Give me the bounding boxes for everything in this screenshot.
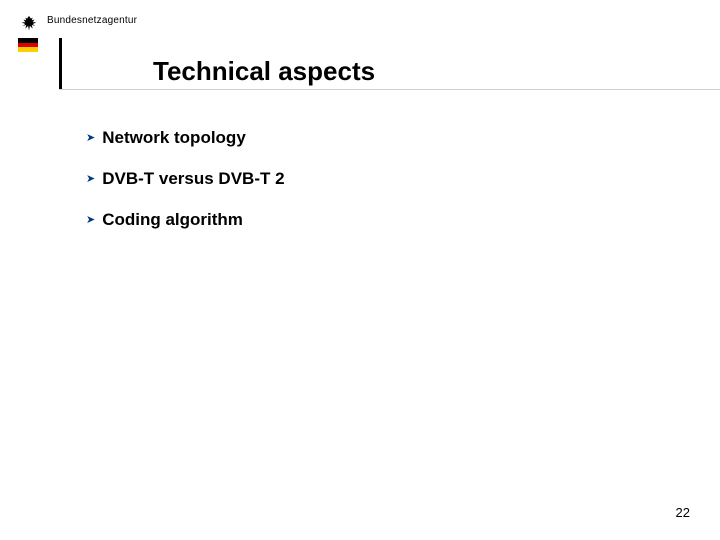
flag-icon xyxy=(18,38,38,52)
content-area: ➤ Network topology ➤ DVB-T versus DVB-T … xyxy=(86,128,680,251)
chevron-right-icon: ➤ xyxy=(86,128,95,149)
header: Bundesnetzagentur xyxy=(0,0,720,60)
page-number: 22 xyxy=(676,505,690,520)
list-item: ➤ Coding algorithm xyxy=(86,210,680,231)
eagle-icon xyxy=(18,14,40,36)
list-item: ➤ DVB-T versus DVB-T 2 xyxy=(86,169,680,190)
bullet-text: Network topology xyxy=(102,128,246,148)
title-underline xyxy=(59,89,720,90)
slide-title: Technical aspects xyxy=(153,56,375,87)
bullet-text: DVB-T versus DVB-T 2 xyxy=(102,169,284,189)
chevron-right-icon: ➤ xyxy=(86,210,95,231)
slide: Bundesnetzagentur Technical aspects ➤ Ne… xyxy=(0,0,720,540)
list-item: ➤ Network topology xyxy=(86,128,680,149)
bullet-text: Coding algorithm xyxy=(102,210,243,230)
title-vertical-bar xyxy=(59,38,62,89)
org-name: Bundesnetzagentur xyxy=(47,15,137,26)
chevron-right-icon: ➤ xyxy=(86,169,95,190)
